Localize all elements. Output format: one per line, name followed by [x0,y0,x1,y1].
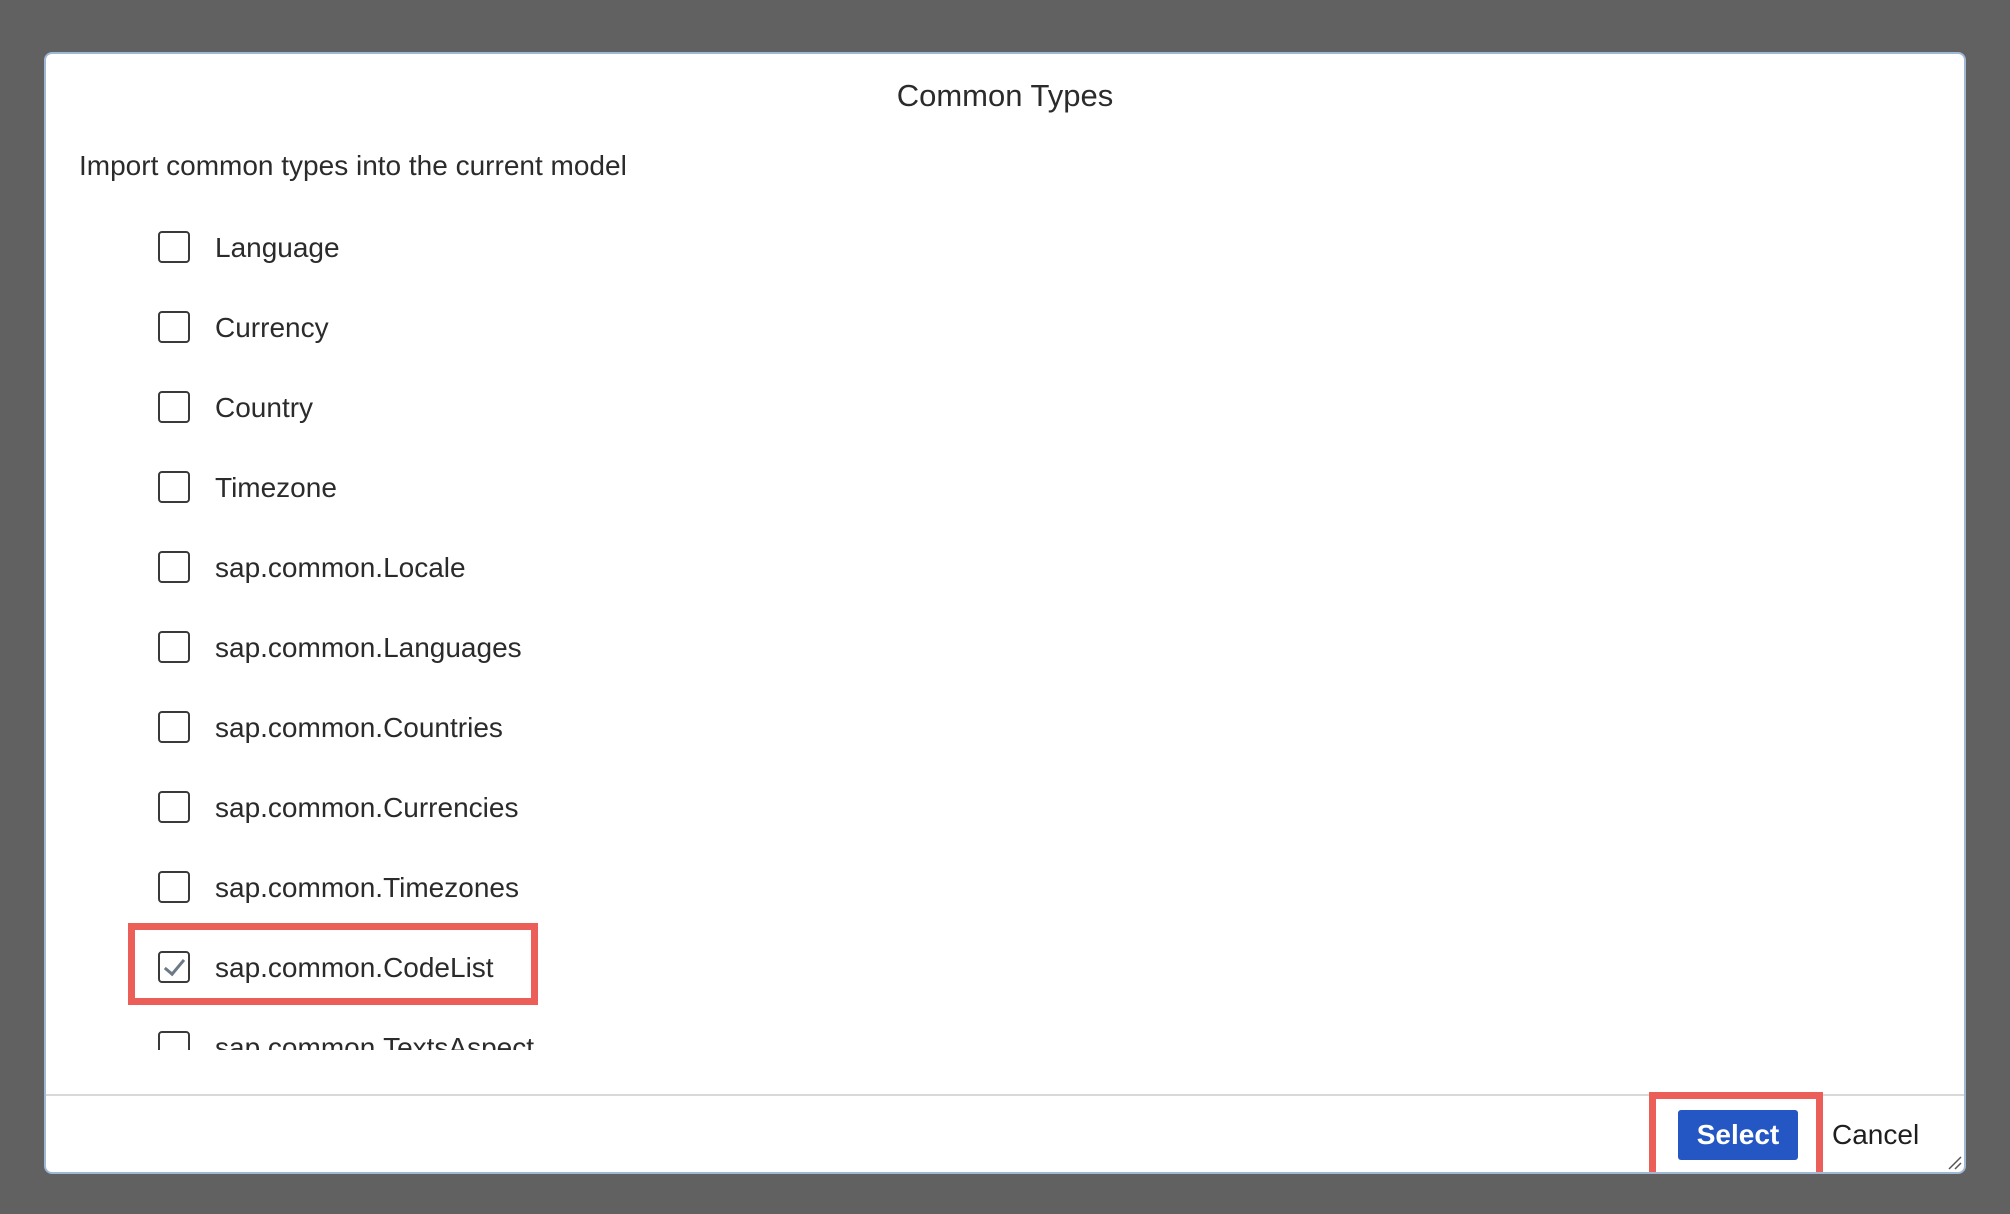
resize-grip-icon[interactable] [1946,1154,1962,1170]
item-label: sap.common.Languages [215,632,522,663]
types-list: Language Currency Country Timezone sap.c… [46,194,1964,1050]
item-label: Country [215,392,314,423]
footer-divider [46,1094,1964,1096]
item-label: sap.common.Countries [215,712,503,743]
checkbox[interactable] [158,631,190,663]
list-item-language[interactable]: Language [46,194,1964,274]
item-label: Timezone [215,472,337,503]
list-item-sap-common-currencies[interactable]: sap.common.Currencies [46,754,1964,834]
checkbox[interactable] [158,551,190,583]
list-item-timezone[interactable]: Timezone [46,434,1964,514]
checkbox[interactable] [158,1031,190,1050]
list-item-sap-common-languages[interactable]: sap.common.Languages [46,594,1964,674]
dialog-title: Common Types [896,78,1114,113]
checkbox[interactable] [158,791,190,823]
checkbox[interactable] [158,311,190,343]
item-label: Currency [215,312,329,343]
item-label: sap.common.Locale [215,552,466,583]
item-label: sap.common.Timezones [215,872,519,903]
item-label: Language [215,232,340,263]
list-item-currency[interactable]: Currency [46,274,1964,354]
item-label: sap.common.Currencies [215,792,519,823]
checkbox[interactable] [158,711,190,743]
cancel-button[interactable]: Cancel [1826,1112,1925,1158]
codelist-highlight-box [128,923,538,1005]
types-list-viewport[interactable]: Language Currency Country Timezone sap.c… [46,194,1964,1050]
list-item-sap-common-countries[interactable]: sap.common.Countries [46,674,1964,754]
checkbox[interactable] [158,871,190,903]
item-label: sap.common.TextsAspect [215,1032,535,1050]
checkbox[interactable] [158,471,190,503]
common-types-dialog: Common Types Import common types into th… [44,52,1966,1174]
list-item-country[interactable]: Country [46,354,1964,434]
list-item-sap-common-locale[interactable]: sap.common.Locale [46,514,1964,594]
checkbox[interactable] [158,391,190,423]
list-item-sap-common-timezones[interactable]: sap.common.Timezones [46,834,1964,914]
checkbox[interactable] [158,231,190,263]
dialog-description: Import common types into the current mod… [79,150,627,181]
select-button[interactable]: Select [1678,1110,1798,1160]
